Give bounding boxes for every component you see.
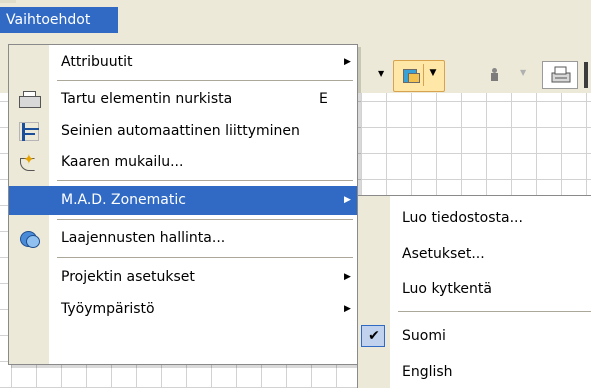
- submenu-item-label: Luo tiedostosta...: [402, 210, 523, 226]
- submenu-item-label: Luo kytkentä: [402, 281, 492, 297]
- wall-icon-vertical: [22, 123, 25, 141]
- application-window: Vaihtoehdot ▼ ▼ ▼ Attribuutit ▶ Tartu el…: [0, 0, 591, 388]
- submenu-item-luo-kytkenta[interactable]: Luo kytkentä: [358, 275, 591, 303]
- layers-button[interactable]: ▼: [393, 60, 445, 92]
- submenu-arrow-icon: ▶: [344, 304, 351, 314]
- menu-item-seinien-liittyminen[interactable]: Seinien automaattinen liittyminen: [9, 117, 357, 145]
- menu-item-label: Kaaren mukailu...: [61, 154, 184, 170]
- menu-separator: [57, 180, 353, 181]
- menu-item-label: Laajennusten hallinta...: [61, 230, 226, 246]
- toolbar-edge: [584, 62, 588, 88]
- menu-separator: [57, 219, 353, 220]
- vaihtoehdot-menu: Attribuutit ▶ Tartu elementin nurkista E…: [8, 44, 358, 365]
- menu-item-label: Projektin asetukset: [61, 269, 195, 285]
- submenu-item-asetukset[interactable]: Asetukset...: [358, 240, 591, 268]
- extensions-icon-globe2: [26, 235, 40, 248]
- window-top-strip: [0, 0, 591, 7]
- arc-icon-star: ✦: [23, 152, 35, 168]
- menu-item-kaaren-mukailu[interactable]: ✦ Kaaren mukailu...: [9, 148, 357, 176]
- submenu-item-suomi[interactable]: ✔ Suomi: [358, 322, 591, 350]
- disabled-dropdown-arrow: ▼: [520, 68, 527, 77]
- printer-snap-icon: [17, 89, 41, 109]
- submenu-item-luo-tiedostosta[interactable]: Luo tiedostosta...: [358, 204, 591, 232]
- submenu-item-label: Suomi: [402, 328, 446, 344]
- menu-item-label: M.A.D. Zonematic: [61, 192, 186, 208]
- menu-item-mad-zonematic[interactable]: M.A.D. Zonematic ▶: [9, 186, 357, 215]
- menu-item-label: Työympäristö: [61, 301, 155, 317]
- menu-vaihtoehdot[interactable]: Vaihtoehdot: [0, 7, 118, 33]
- person-icon[interactable]: [488, 68, 500, 82]
- layers-icon-front: [408, 73, 420, 83]
- menu-item-laajennusten-hallinta[interactable]: Laajennusten hallinta...: [9, 224, 357, 252]
- menu-item-label: Tartu elementin nurkista: [61, 91, 233, 107]
- extensions-icon: [17, 228, 41, 248]
- layers-button-divider: [423, 64, 424, 86]
- menu-item-attribuutit[interactable]: Attribuutit ▶: [9, 48, 357, 76]
- submenu-arrow-icon: ▶: [344, 195, 351, 205]
- submenu-separator: [398, 311, 591, 312]
- printer-snap-icon: [551, 66, 571, 83]
- menu-separator: [57, 257, 353, 258]
- menu-item-shortcut: E: [319, 91, 328, 107]
- menubar: Vaihtoehdot: [0, 7, 591, 34]
- menu-item-tartu-elementin-nurkista[interactable]: Tartu elementin nurkista E: [9, 85, 357, 113]
- wall-icon-h2: [25, 133, 35, 135]
- submenu-item-label: Asetukset...: [402, 246, 485, 262]
- menu-separator: [57, 80, 353, 81]
- submenu-item-english[interactable]: English: [358, 358, 591, 386]
- printer-icon-body: [19, 96, 41, 108]
- arc-follow-icon: ✦: [17, 152, 41, 172]
- menu-item-projektin-asetukset[interactable]: Projektin asetukset ▶: [9, 263, 357, 291]
- toolbar-dropdown-arrow[interactable]: ▼: [378, 69, 384, 78]
- submenu-item-label: English: [402, 364, 453, 380]
- mad-zonematic-submenu: Luo tiedostosta... Asetukset... Luo kytk…: [357, 195, 591, 388]
- printer-snap-toolbar-button[interactable]: [542, 61, 578, 89]
- wall-join-icon: [17, 121, 41, 141]
- wall-icon-h1: [25, 128, 39, 130]
- chevron-down-icon[interactable]: ▼: [426, 68, 440, 78]
- submenu-arrow-icon: ▶: [344, 272, 351, 282]
- menu-item-tyoymparisto[interactable]: Työympäristö ▶: [9, 295, 357, 323]
- menu-item-label: Seinien automaattinen liittyminen: [61, 123, 300, 139]
- submenu-arrow-icon: ▶: [344, 57, 351, 67]
- menu-item-label: Attribuutit: [61, 54, 133, 70]
- checkmark-icon: ✔: [368, 328, 380, 344]
- person-icon-body: [491, 73, 498, 81]
